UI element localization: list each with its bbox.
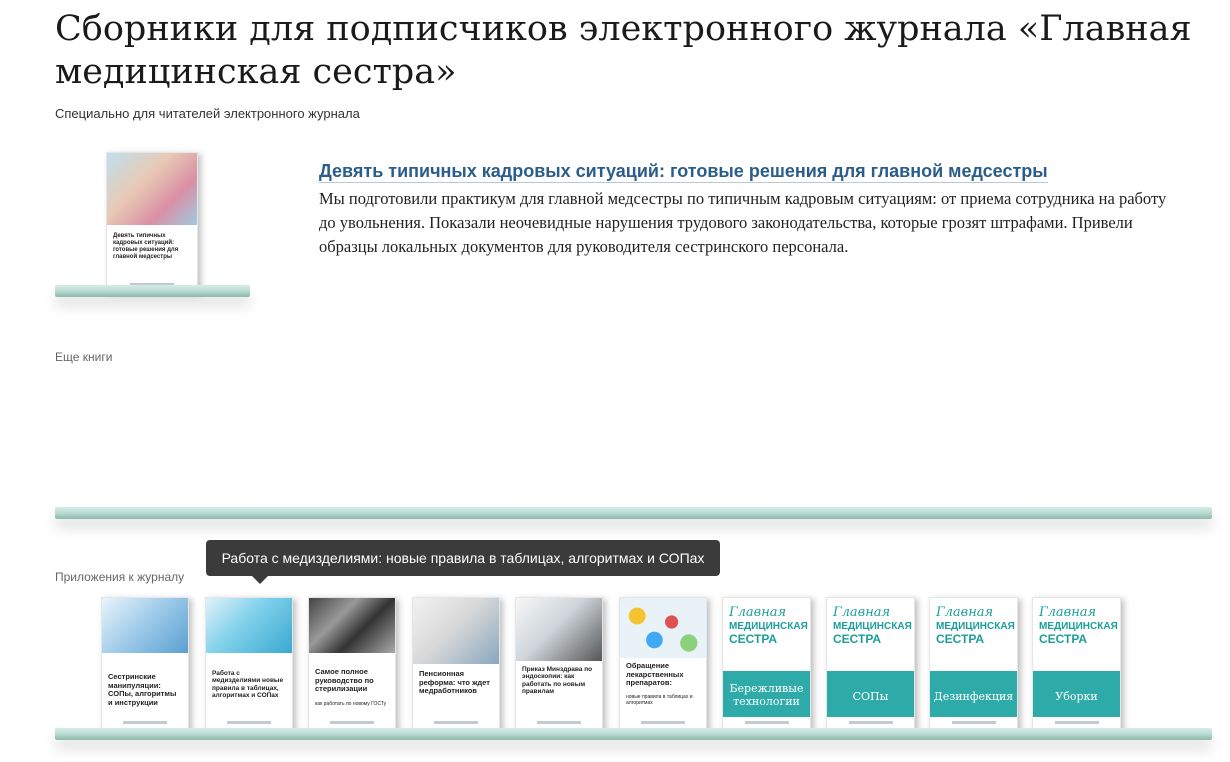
journal-logo-line1: Главная [833, 605, 891, 620]
iv-drip-photo-icon [206, 598, 292, 654]
more-books-label: Еще книги [55, 350, 113, 364]
journal-book-label: Бережливые технологии [729, 681, 804, 708]
journal-logo-line3: СЕСТРА [729, 632, 777, 646]
journal-book[interactable]: Главная МЕДИЦИНСКАЯ СЕСТРА Дезинфекция [929, 597, 1018, 730]
appendix-book-title: Приказ Минздрава по эндоскопии: как рабо… [522, 666, 593, 696]
journal-logo-line1: Главная [1039, 605, 1097, 620]
publisher-logo [951, 721, 996, 724]
appendix-book-title: Обращение лекарственных препаратов: [626, 661, 684, 688]
publisher-logo [434, 721, 478, 724]
journal-book[interactable]: Главная МЕДИЦИНСКАЯ СЕСТРА СОПы [826, 597, 915, 730]
journal-logo: Главная МЕДИЦИНСКАЯ СЕСТРА [1039, 605, 1118, 646]
publisher-logo [1054, 721, 1099, 724]
appendix-book-title: Пенсионная реформа: что ждет медработник… [419, 669, 490, 696]
appendix-book[interactable]: Пенсионная реформа: что ждет медработник… [412, 597, 500, 730]
appendix-book[interactable]: Сестринские манипуляции: СОПы, алгоритмы… [101, 597, 189, 730]
journal-logo-line1: Главная [729, 605, 787, 620]
journal-logo-line2: МЕДИЦИНСКАЯ [729, 621, 808, 632]
journal-book[interactable]: Главная МЕДИЦИНСКАЯ СЕСТРА Уборки [1032, 597, 1121, 730]
publisher-logo [744, 721, 789, 724]
journal-logo: Главная МЕДИЦИНСКАЯ СЕСТРА [729, 605, 808, 646]
featured-book-description: Мы подготовили практикум для главной мед… [319, 189, 1167, 256]
featured-book-link[interactable]: Девять типичных кадровых ситуаций: готов… [319, 160, 1048, 183]
nurse-photo-icon [102, 598, 188, 654]
appendix-book-title: Работа с медизделиями новые правила в та… [212, 670, 284, 700]
appendix-book[interactable]: Обращение лекарственных препаратов: новы… [619, 597, 707, 730]
appendix-shelf [55, 728, 1212, 740]
journal-logo: Главная МЕДИЦИНСКАЯ СЕСТРА [833, 605, 912, 646]
nurses-photo [107, 153, 197, 225]
journal-logo-line2: МЕДИЦИНСКАЯ [833, 621, 912, 632]
journal-logo-line3: СЕСТРА [833, 632, 881, 646]
publisher-logo [641, 721, 685, 724]
journal-book-label: Дезинфекция [933, 689, 1014, 703]
appendix-book[interactable]: Самое полное руководство по стерилизации… [308, 597, 396, 730]
journal-logo: Главная МЕДИЦИНСКАЯ СЕСТРА [936, 605, 1015, 646]
featured-cover-title: Девять типичных кадровых ситуаций: готов… [113, 233, 179, 260]
publisher-logo [227, 721, 271, 724]
appendix-book-title: Самое полное руководство по стерилизации [315, 667, 374, 694]
journal-logo-line2: МЕДИЦИНСКАЯ [1039, 621, 1118, 632]
appendix-book-note: новые правила в таблицах и алгоритмах [626, 694, 693, 706]
endoscope-photo-icon [516, 598, 602, 661]
journal-logo-line3: СЕСТРА [1039, 632, 1087, 646]
featured-shelf [55, 285, 250, 297]
page-title: Сборники для подписчиков электронного жу… [55, 9, 1192, 92]
journal-logo-line2: МЕДИЦИНСКАЯ [936, 621, 1015, 632]
empty-shelf [55, 507, 1212, 519]
page-subtitle: Специально для читателей электронного жу… [55, 106, 360, 121]
publisher-logo [123, 721, 167, 724]
featured-book-cover[interactable]: Девять типичных кадровых ситуаций: готов… [106, 152, 198, 292]
journal-book[interactable]: Главная МЕДИЦИНСКАЯ СЕСТРА Бережливые те… [722, 597, 811, 730]
doctor-photo-icon [413, 598, 499, 664]
journal-logo-line3: СЕСТРА [936, 632, 984, 646]
appendix-book-title: Сестринские манипуляции: СОПы, алгоритмы… [108, 672, 177, 707]
publisher-logo [848, 721, 893, 724]
pills-photo-icon [620, 598, 706, 659]
journal-book-label: Уборки [1055, 689, 1098, 703]
appendix-label: Приложения к журналу [55, 570, 185, 584]
publisher-logo [537, 721, 581, 724]
instruments-photo-icon [309, 598, 395, 654]
appendix-book[interactable]: Работа с медизделиями новые правила в та… [205, 597, 293, 730]
journal-logo-line1: Главная [936, 605, 994, 620]
journal-book-label: СОПы [852, 689, 889, 703]
publisher-logo [330, 721, 374, 724]
appendix-book[interactable]: Приказ Минздрава по эндоскопии: как рабо… [515, 597, 603, 730]
appendix-book-note: как работать по новому ГОСТу [315, 701, 387, 707]
book-tooltip: Работа с медизделиями: новые правила в т… [206, 540, 720, 584]
